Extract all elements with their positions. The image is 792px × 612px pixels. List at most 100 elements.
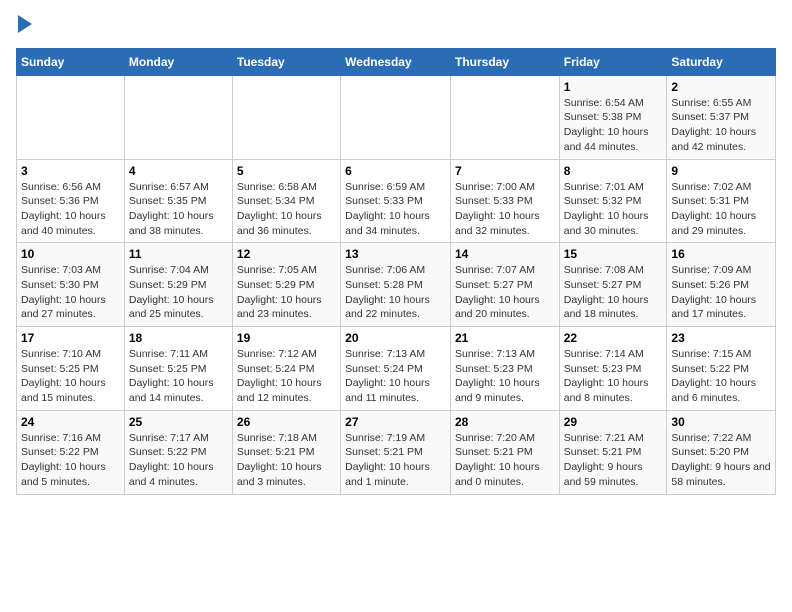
day-detail: Sunrise: 7:02 AM Sunset: 5:31 PM Dayligh… (671, 180, 771, 239)
weekday-header-tuesday: Tuesday (232, 48, 340, 75)
calendar-cell: 1Sunrise: 6:54 AM Sunset: 5:38 PM Daylig… (559, 75, 667, 159)
day-number: 10 (21, 247, 120, 261)
weekday-header-sunday: Sunday (17, 48, 125, 75)
day-detail: Sunrise: 7:13 AM Sunset: 5:24 PM Dayligh… (345, 347, 446, 406)
day-detail: Sunrise: 7:13 AM Sunset: 5:23 PM Dayligh… (455, 347, 555, 406)
calendar-cell: 21 Sunrise: 7:13 AM Sunset: 5:23 PM Dayli… (450, 327, 559, 411)
day-detail: Sunrise: 6:54 AM Sunset: 5:38 PM Dayligh… (564, 96, 663, 155)
logo-arrow-icon (18, 15, 32, 33)
calendar-cell: 7Sunrise: 7:00 AM Sunset: 5:33 PM Daylig… (450, 159, 559, 243)
calendar-week-5: 24Sunrise: 7:16 AM Sunset: 5:22 PM Dayli… (17, 410, 776, 494)
day-number: 29 (564, 415, 663, 429)
calendar-cell (341, 75, 451, 159)
day-detail: Sunrise: 7:08 AM Sunset: 5:27 PM Dayligh… (564, 263, 663, 322)
day-detail: Sunrise: 7:22 AM Sunset: 5:20 PM Dayligh… (671, 431, 771, 490)
day-detail: Sunrise: 7:04 AM Sunset: 5:29 PM Dayligh… (129, 263, 228, 322)
weekday-header-monday: Monday (124, 48, 232, 75)
day-number: 5 (237, 164, 336, 178)
calendar-cell: 25 Sunrise: 7:17 AM Sunset: 5:22 PM Dayli… (124, 410, 232, 494)
calendar-cell: 6 Sunrise: 6:59 AM Sunset: 5:33 PM Daylig… (341, 159, 451, 243)
weekday-header-saturday: Saturday (667, 48, 776, 75)
day-detail: Sunrise: 7:12 AM Sunset: 5:24 PM Dayligh… (237, 347, 336, 406)
day-number: 3 (21, 164, 120, 178)
calendar-header: SundayMondayTuesdayWednesdayThursdayFrid… (17, 48, 776, 75)
day-number: 9 (671, 164, 771, 178)
calendar-cell: 13 Sunrise: 7:06 AM Sunset: 5:28 PM Dayli… (341, 243, 451, 327)
calendar-cell: 4Sunrise: 6:57 AM Sunset: 5:35 PM Daylig… (124, 159, 232, 243)
calendar-cell: 3 Sunrise: 6:56 AM Sunset: 5:36 PM Daylig… (17, 159, 125, 243)
day-number: 13 (345, 247, 446, 261)
day-number: 11 (129, 247, 228, 261)
day-number: 8 (564, 164, 663, 178)
calendar-cell (232, 75, 340, 159)
calendar-cell: 19 Sunrise: 7:12 AM Sunset: 5:24 PM Dayli… (232, 327, 340, 411)
calendar-week-1: 1Sunrise: 6:54 AM Sunset: 5:38 PM Daylig… (17, 75, 776, 159)
day-detail: Sunrise: 7:11 AM Sunset: 5:25 PM Dayligh… (129, 347, 228, 406)
day-number: 20 (345, 331, 446, 345)
calendar-cell: 18 Sunrise: 7:11 AM Sunset: 5:25 PM Dayli… (124, 327, 232, 411)
calendar-cell: 11 Sunrise: 7:04 AM Sunset: 5:29 PM Dayli… (124, 243, 232, 327)
day-number: 19 (237, 331, 336, 345)
day-number: 12 (237, 247, 336, 261)
calendar-cell: 8Sunrise: 7:01 AM Sunset: 5:32 PM Daylig… (559, 159, 667, 243)
day-detail: Sunrise: 7:17 AM Sunset: 5:22 PM Dayligh… (129, 431, 228, 490)
day-number: 7 (455, 164, 555, 178)
calendar-cell (124, 75, 232, 159)
calendar-cell: 26Sunrise: 7:18 AM Sunset: 5:21 PM Dayli… (232, 410, 340, 494)
calendar-cell: 16Sunrise: 7:09 AM Sunset: 5:26 PM Dayli… (667, 243, 776, 327)
day-detail: Sunrise: 6:58 AM Sunset: 5:34 PM Dayligh… (237, 180, 336, 239)
calendar-cell: 28 Sunrise: 7:20 AM Sunset: 5:21 PM Dayli… (450, 410, 559, 494)
day-number: 23 (671, 331, 771, 345)
calendar-cell: 27 Sunrise: 7:19 AM Sunset: 5:21 PM Dayli… (341, 410, 451, 494)
calendar-week-2: 3 Sunrise: 6:56 AM Sunset: 5:36 PM Daylig… (17, 159, 776, 243)
day-number: 17 (21, 331, 120, 345)
calendar-cell: 14 Sunrise: 7:07 AM Sunset: 5:27 PM Dayli… (450, 243, 559, 327)
day-detail: Sunrise: 7:10 AM Sunset: 5:25 PM Dayligh… (21, 347, 120, 406)
weekday-header-wednesday: Wednesday (341, 48, 451, 75)
calendar-cell: 22 Sunrise: 7:14 AM Sunset: 5:23 PM Dayli… (559, 327, 667, 411)
calendar-cell (17, 75, 125, 159)
calendar-cell: 9 Sunrise: 7:02 AM Sunset: 5:31 PM Daylig… (667, 159, 776, 243)
day-detail: Sunrise: 6:55 AM Sunset: 5:37 PM Dayligh… (671, 96, 771, 155)
day-detail: Sunrise: 7:14 AM Sunset: 5:23 PM Dayligh… (564, 347, 663, 406)
day-number: 25 (129, 415, 228, 429)
day-number: 24 (21, 415, 120, 429)
weekday-header-friday: Friday (559, 48, 667, 75)
calendar-cell: 5 Sunrise: 6:58 AM Sunset: 5:34 PM Daylig… (232, 159, 340, 243)
calendar-cell: 15Sunrise: 7:08 AM Sunset: 5:27 PM Dayli… (559, 243, 667, 327)
calendar-cell: 17 Sunrise: 7:10 AM Sunset: 5:25 PM Dayli… (17, 327, 125, 411)
header (16, 16, 776, 36)
day-detail: Sunrise: 6:59 AM Sunset: 5:33 PM Dayligh… (345, 180, 446, 239)
day-detail: Sunrise: 7:03 AM Sunset: 5:30 PM Dayligh… (21, 263, 120, 322)
day-number: 30 (671, 415, 771, 429)
calendar-cell: 24Sunrise: 7:16 AM Sunset: 5:22 PM Dayli… (17, 410, 125, 494)
logo (16, 16, 32, 36)
day-detail: Sunrise: 7:05 AM Sunset: 5:29 PM Dayligh… (237, 263, 336, 322)
day-number: 6 (345, 164, 446, 178)
day-detail: Sunrise: 7:20 AM Sunset: 5:21 PM Dayligh… (455, 431, 555, 490)
weekday-header-thursday: Thursday (450, 48, 559, 75)
day-detail: Sunrise: 7:15 AM Sunset: 5:22 PM Dayligh… (671, 347, 771, 406)
day-detail: Sunrise: 7:19 AM Sunset: 5:21 PM Dayligh… (345, 431, 446, 490)
day-number: 18 (129, 331, 228, 345)
calendar-week-3: 10 Sunrise: 7:03 AM Sunset: 5:30 PM Dayli… (17, 243, 776, 327)
calendar-table: SundayMondayTuesdayWednesdayThursdayFrid… (16, 48, 776, 495)
calendar-cell: 2Sunrise: 6:55 AM Sunset: 5:37 PM Daylig… (667, 75, 776, 159)
day-number: 16 (671, 247, 771, 261)
day-detail: Sunrise: 7:06 AM Sunset: 5:28 PM Dayligh… (345, 263, 446, 322)
day-number: 26 (237, 415, 336, 429)
day-number: 28 (455, 415, 555, 429)
calendar-cell: 20 Sunrise: 7:13 AM Sunset: 5:24 PM Dayli… (341, 327, 451, 411)
calendar-cell: 29 Sunrise: 7:21 AM Sunset: 5:21 PM Dayli… (559, 410, 667, 494)
day-detail: Sunrise: 7:07 AM Sunset: 5:27 PM Dayligh… (455, 263, 555, 322)
calendar-cell: 23 Sunrise: 7:15 AM Sunset: 5:22 PM Dayli… (667, 327, 776, 411)
day-number: 27 (345, 415, 446, 429)
calendar-cell (450, 75, 559, 159)
day-detail: Sunrise: 7:21 AM Sunset: 5:21 PM Dayligh… (564, 431, 663, 490)
calendar-cell: 12 Sunrise: 7:05 AM Sunset: 5:29 PM Dayli… (232, 243, 340, 327)
day-detail: Sunrise: 6:56 AM Sunset: 5:36 PM Dayligh… (21, 180, 120, 239)
day-number: 22 (564, 331, 663, 345)
day-detail: Sunrise: 6:57 AM Sunset: 5:35 PM Dayligh… (129, 180, 228, 239)
day-number: 21 (455, 331, 555, 345)
day-number: 14 (455, 247, 555, 261)
